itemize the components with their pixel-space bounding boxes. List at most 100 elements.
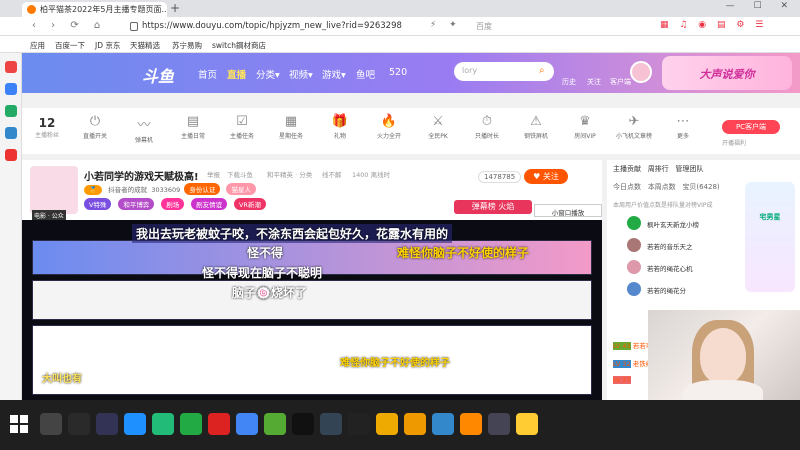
translate-icon[interactable]: ⚡ ✦: [430, 20, 462, 30]
toolbar-item-label: 全民PK: [428, 133, 448, 140]
sidebar-favorite-icon[interactable]: [5, 61, 17, 73]
taskbar-app-icon[interactable]: [488, 413, 510, 435]
toolbar-item[interactable]: 🔥 火力全开: [371, 114, 407, 140]
mini-player-button[interactable]: 小窗口播放: [534, 204, 602, 217]
nav-game[interactable]: 游戏▾: [322, 67, 346, 81]
toolbar-item[interactable]: ⚔ 全民PK: [420, 114, 456, 140]
toolbar-item[interactable]: ☑ 主播任务: [224, 114, 260, 140]
taskbar-app-icon[interactable]: [292, 413, 314, 435]
nav-live[interactable]: 直播: [227, 67, 246, 81]
nav-yuba[interactable]: 鱼吧: [356, 67, 375, 81]
report-link[interactable]: 举报: [207, 169, 220, 179]
side-promo[interactable]: 宅男星: [745, 182, 795, 292]
taskbar-app-icon[interactable]: [96, 413, 118, 435]
taskbar-app-icon[interactable]: [320, 413, 342, 435]
taskbar-app-icon[interactable]: [376, 413, 398, 435]
toolbar-item-label: 小飞机文章榜: [616, 133, 653, 140]
nav-home[interactable]: 首页: [198, 67, 217, 81]
taskbar-app-icon[interactable]: [460, 413, 482, 435]
danmaku: 脑子🍥烧坏了: [232, 286, 307, 300]
toolbar-item[interactable]: ▤ 主播日常: [175, 114, 211, 140]
taskbar-app-icon[interactable]: [124, 413, 146, 435]
new-tab-icon[interactable]: +: [170, 1, 180, 15]
bookmark-jd[interactable]: JD 京东: [95, 40, 120, 51]
taskbar-app-icon[interactable]: [236, 413, 258, 435]
toolbar-item[interactable]: ⏻ 直播开关: [77, 114, 113, 140]
download-link[interactable]: 下载斗鱼: [227, 169, 253, 179]
window-controls[interactable]: — ☐ ✕: [726, 1, 796, 11]
nav-category[interactable]: 分类▾: [256, 67, 280, 81]
tag-item[interactable]: 剧友情谊: [191, 198, 228, 210]
side-tabs[interactable]: 主播贡献 周排行 管理团队: [613, 164, 703, 174]
side-subtabs[interactable]: 今日点数 本周点数 宝贝(6428): [613, 182, 720, 192]
toolbar-item[interactable]: 🎁 礼物: [322, 114, 358, 140]
streamer-avatar[interactable]: [30, 166, 78, 214]
sidebar-game-icon[interactable]: [5, 105, 17, 117]
bookmark-suning[interactable]: 苏宁易购: [172, 40, 202, 51]
toolbar-item[interactable]: ♛ 房间VIP: [567, 114, 603, 140]
tag-item[interactable]: V特殊: [84, 198, 112, 210]
category-link[interactable]: 和平精英 · 分类: [267, 169, 312, 179]
toolbar-item-label: 主播任务: [229, 133, 254, 140]
rank-row[interactable]: 枫叶玄天新龙小榜: [613, 214, 743, 234]
bookmark-baidu[interactable]: 百度一下: [55, 40, 85, 51]
taskbar-app-icon[interactable]: [208, 413, 230, 435]
sidebar-weibo-icon[interactable]: [5, 149, 17, 161]
tag-item[interactable]: 剧场: [161, 198, 185, 210]
rank-avatar: [627, 260, 641, 274]
toolbar-item[interactable]: ⏱ 只播时长: [469, 114, 505, 140]
rank-row[interactable]: 若若的绳花分: [613, 280, 743, 300]
history-button[interactable]: 历史: [562, 77, 576, 87]
other-badge: 猫星人: [226, 183, 256, 195]
sidebar-tools-icon[interactable]: [5, 127, 17, 139]
taskbar-app-icon[interactable]: [40, 413, 62, 435]
taskbar-app-icon[interactable]: [152, 413, 174, 435]
search-engine-field[interactable]: 百度: [462, 19, 582, 34]
toolbar-item-icon: ⋯: [676, 114, 690, 129]
nav-video[interactable]: 视频▾: [289, 67, 313, 81]
extension-icons[interactable]: ▦ ♫ ◉ ▤ ⚙ ☰: [660, 20, 767, 30]
start-icon[interactable]: [10, 415, 28, 433]
fire-button[interactable]: 弹幕榜 火焰: [454, 200, 532, 214]
sidebar-mail-icon[interactable]: [5, 83, 17, 95]
browser-tab[interactable]: 柏平猫茶2022年5月主播专题页面...: [22, 2, 167, 17]
rank-row[interactable]: 若若的绳花心机: [613, 258, 743, 278]
site-header: 斗鱼 首页 直播 分类▾ 视频▾ 游戏▾ 鱼吧 520 lory ⌕ 历史 关注…: [22, 53, 800, 93]
site-logo[interactable]: 斗鱼: [142, 63, 174, 87]
danmaku: 难怪你脑子不好使的样子: [340, 358, 450, 369]
tag-item[interactable]: 和平博弈: [118, 198, 155, 210]
url-input[interactable]: https://www.douyu.com/topic/hpjyzm_new_l…: [130, 19, 420, 34]
pc-client-button[interactable]: PC客户端: [722, 120, 780, 134]
taskbar-app-icon[interactable]: [432, 413, 454, 435]
taskbar-app-icon[interactable]: [68, 413, 90, 435]
nav-buttons[interactable]: ‹ › ⟳ ⌂: [32, 20, 106, 31]
client-button[interactable]: 客户端: [610, 77, 631, 87]
promo-banner[interactable]: 大声说爱你: [662, 56, 792, 90]
toolbar-item[interactable]: ⋯ 更多: [665, 114, 701, 140]
stream-panel: 电影 · 公众 小若同学的游戏天赋极高! 举报 下载斗鱼 和平精英 · 分类 线…: [22, 160, 602, 400]
user-avatar[interactable]: [630, 61, 652, 83]
toolbar-item[interactable]: 〰弹幕机: [126, 114, 162, 144]
cert-badge: 身份认证: [184, 183, 221, 195]
tag-item[interactable]: VR新潮: [233, 198, 266, 210]
taskbar-app-icon[interactable]: [348, 413, 370, 435]
rank-row[interactable]: 若若的音乐天之: [613, 236, 743, 256]
taskbar-app-icon[interactable]: [264, 413, 286, 435]
toolbar-item-label: 更多: [676, 133, 689, 140]
recursive-page: [32, 280, 592, 320]
toolbar-item[interactable]: ✈ 小飞机文章榜: [616, 114, 652, 140]
taskbar-app-icon[interactable]: [180, 413, 202, 435]
bookmark-switch[interactable]: switch鋼材商店: [212, 40, 266, 51]
bookmark-apps[interactable]: 应用: [30, 40, 45, 51]
toolbar-item[interactable]: ⚠ 钢铁屏机: [518, 114, 554, 140]
toolbar-item-icon: ⏱: [481, 114, 493, 129]
toolbar-item[interactable]: ▦ 星期任务: [273, 114, 309, 140]
taskbar-app-icon[interactable]: [404, 413, 426, 435]
bookmark-tmall[interactable]: 天猫精选: [130, 40, 160, 51]
taskbar-app-icon[interactable]: [516, 413, 538, 435]
nav-520[interactable]: 520: [389, 67, 407, 78]
search-icon[interactable]: ⌕: [539, 65, 545, 76]
follow-list-button[interactable]: 关注: [587, 77, 601, 87]
video-player[interactable]: 我出去玩老被蚊子咬，不涂东西会起包好久，花露水有用的 怪不得 难怪你脑子不好使的…: [22, 220, 602, 400]
follow-button[interactable]: ♥ 关注: [524, 169, 568, 184]
